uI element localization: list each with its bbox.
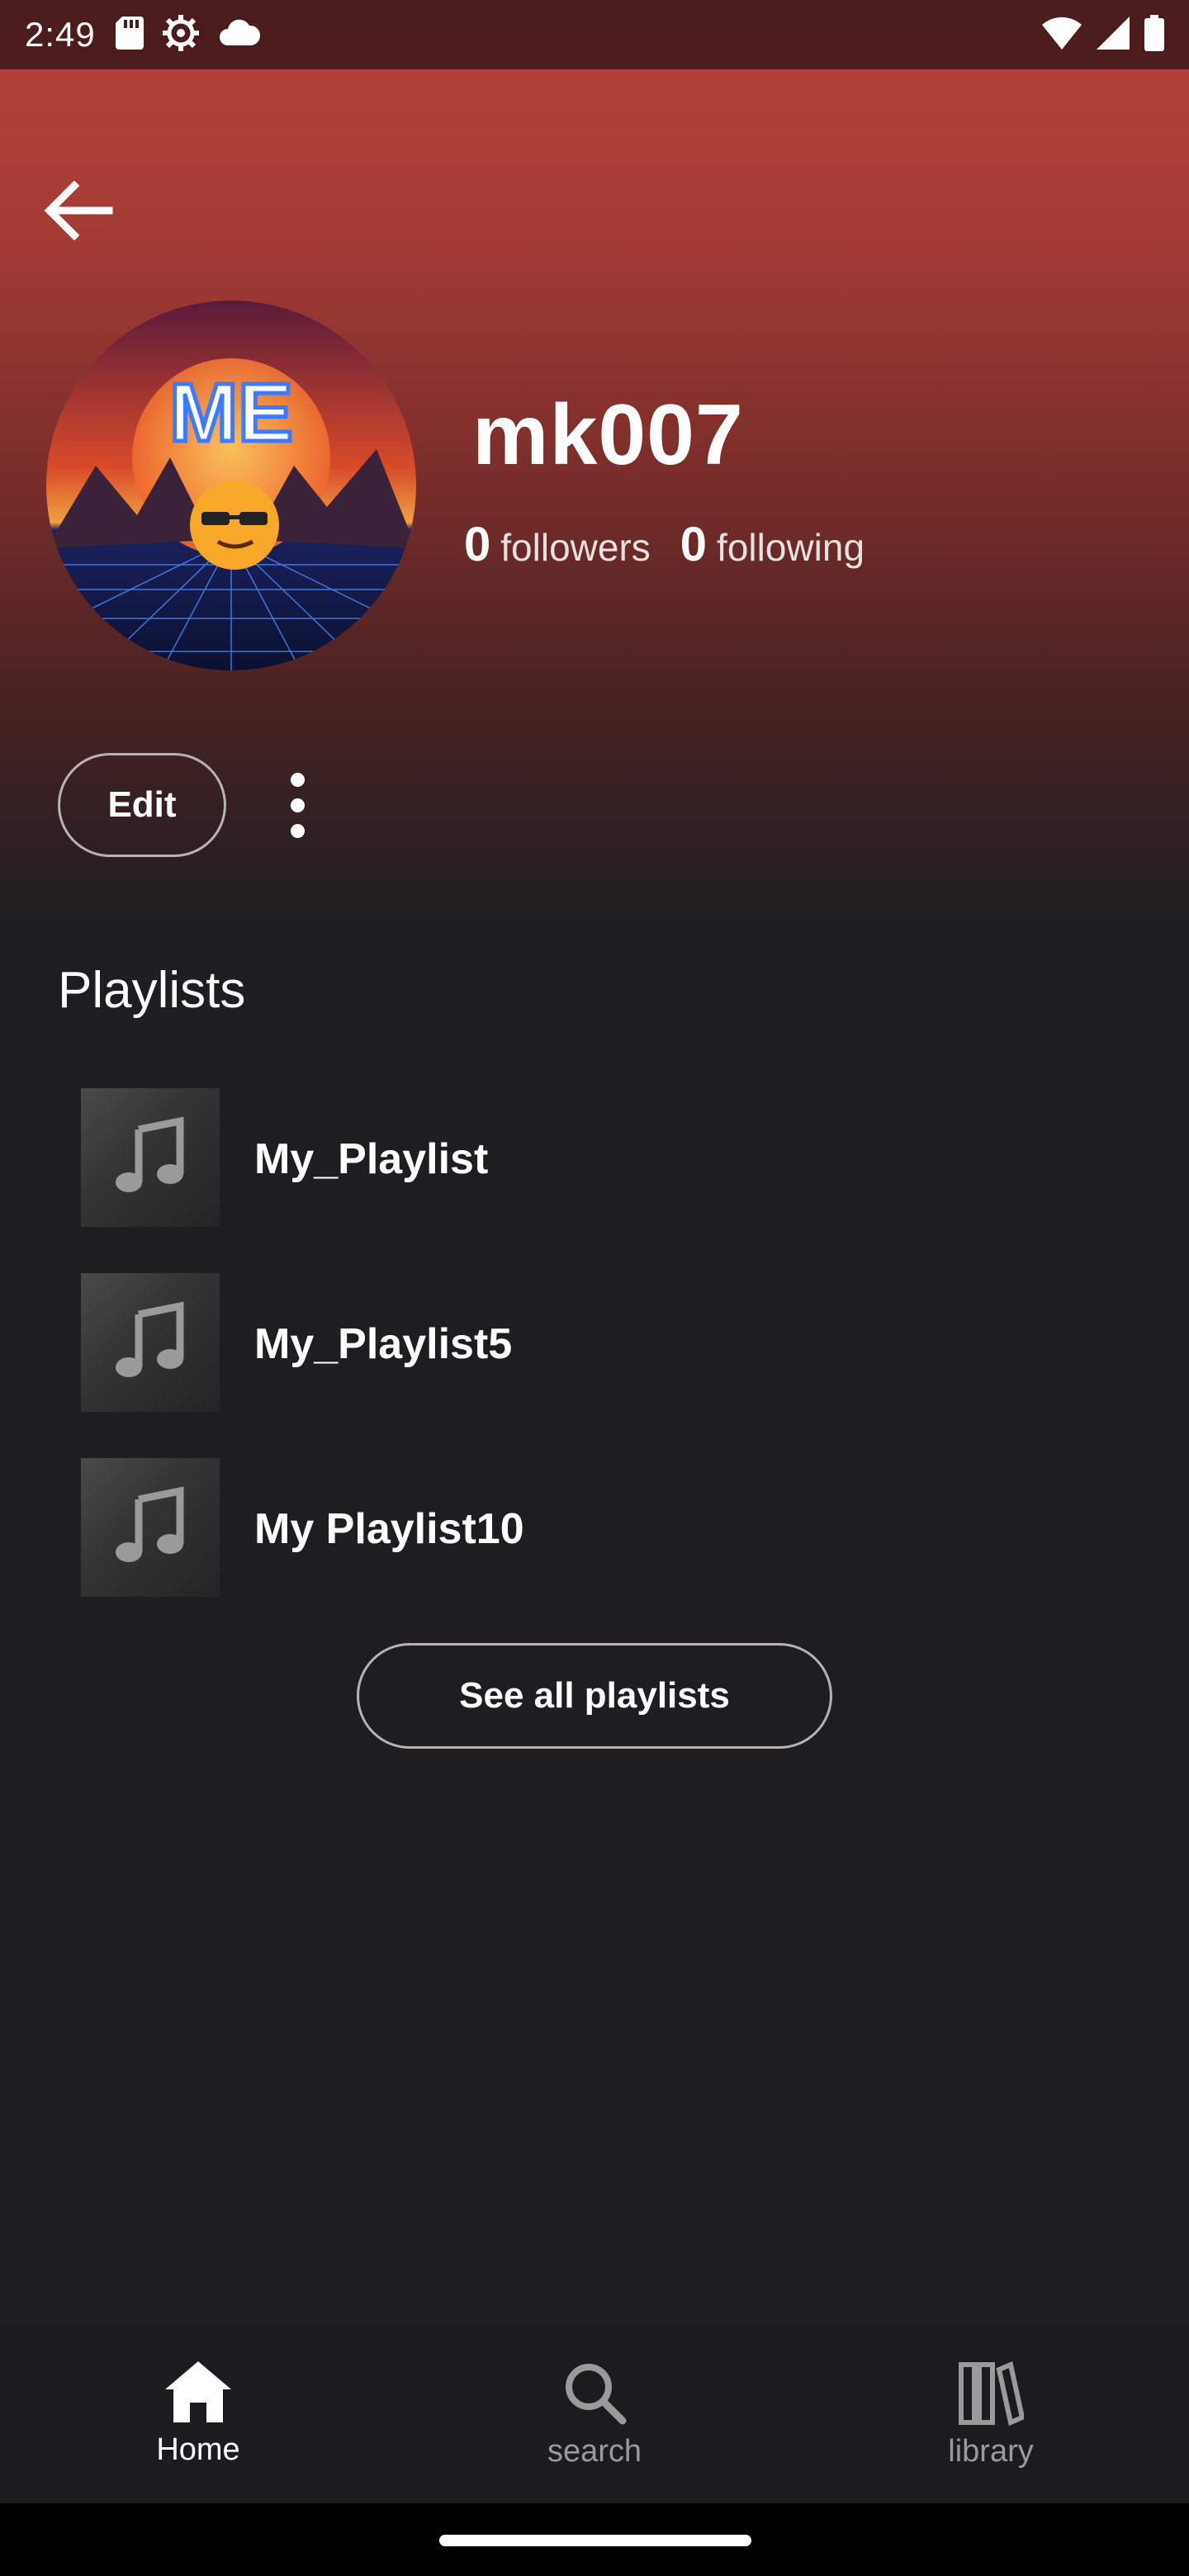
avatar-me-text: ME <box>169 367 293 459</box>
nav-home[interactable]: Home <box>0 2325 396 2503</box>
nav-library-label: library <box>948 2434 1034 2469</box>
music-note-icon <box>116 1301 184 1377</box>
sd-card-icon <box>115 16 144 54</box>
wifi-icon <box>1042 17 1082 54</box>
edit-profile-button[interactable]: Edit <box>58 753 226 857</box>
following-stat[interactable]: 0 following <box>680 517 865 572</box>
playlist-thumbnail <box>81 1458 220 1597</box>
home-gesture-handle[interactable] <box>439 2535 751 2546</box>
following-count: 0 <box>680 518 708 571</box>
library-icon <box>959 2361 1024 2426</box>
music-note-icon <box>116 1116 184 1192</box>
settings-icon <box>162 14 200 56</box>
status-time: 2:49 <box>25 15 96 54</box>
arrow-left-icon <box>44 181 113 240</box>
signal-icon <box>1097 16 1130 54</box>
nav-search-label: search <box>547 2434 642 2469</box>
playlist-item[interactable]: My_Playlist <box>0 1082 1189 1267</box>
music-note-icon <box>116 1486 184 1562</box>
following-label: following <box>717 526 865 569</box>
home-icon <box>165 2361 231 2422</box>
status-bar: 2:49 <box>0 0 1189 69</box>
playlist-name: My_Playlist5 <box>254 1320 513 1368</box>
followers-label: followers <box>500 526 651 569</box>
search-icon <box>566 2364 627 2425</box>
see-all-playlists-button[interactable]: See all playlists <box>357 1643 832 1749</box>
cloud-icon <box>218 19 261 51</box>
playlist-item[interactable]: My Playlist10 <box>0 1451 1189 1636</box>
playlist-list: My_Playlist My_Playlist5 My Playlist10 <box>0 1082 1189 1636</box>
back-button[interactable] <box>33 165 124 256</box>
profile-stats: 0 followers 0 following <box>464 517 865 572</box>
nav-home-label: Home <box>156 2432 240 2467</box>
more-options-icon[interactable] <box>264 760 330 850</box>
username: mk007 <box>472 387 744 483</box>
battery-icon <box>1144 14 1164 55</box>
nav-library[interactable]: library <box>793 2325 1189 2503</box>
followers-stat[interactable]: 0 followers <box>464 517 651 572</box>
followers-count: 0 <box>464 518 491 571</box>
playlist-thumbnail <box>81 1088 220 1227</box>
playlist-name: My Playlist10 <box>254 1505 524 1553</box>
playlists-heading: Playlists <box>58 962 246 1019</box>
profile-screen: 2:49 ME mk007 0 followers 0 following Ed… <box>0 0 1189 2576</box>
nav-search[interactable]: search <box>396 2325 793 2503</box>
playlist-thumbnail <box>81 1273 220 1412</box>
playlist-item[interactable]: My_Playlist5 <box>0 1267 1189 1451</box>
avatar[interactable]: ME <box>46 301 416 670</box>
playlist-name: My_Playlist <box>254 1135 489 1183</box>
bottom-navigation: Home search library <box>0 2325 1189 2503</box>
